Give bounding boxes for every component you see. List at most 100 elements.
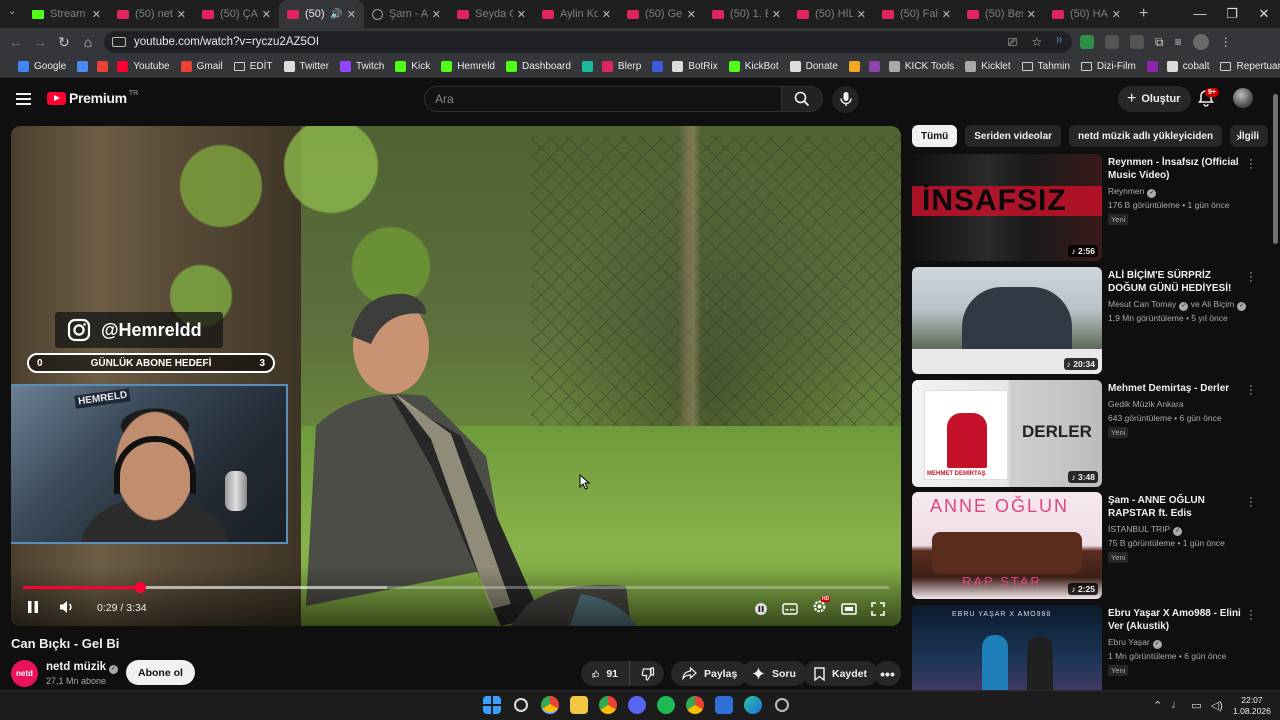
bookmark-item[interactable]: Twitch: [339, 61, 384, 72]
chevron-up-icon[interactable]: ⌃: [1153, 699, 1162, 712]
recommended-title[interactable]: Reynmen - İnsafsız (Official Music Video…: [1108, 156, 1242, 182]
close-tab-icon[interactable]: ✕: [942, 8, 951, 21]
more-vertical-icon[interactable]: · · ·: [1248, 606, 1254, 625]
filter-chip[interactable]: Tümü: [912, 125, 958, 147]
more-vertical-icon[interactable]: · · ·: [1248, 381, 1254, 400]
bookmark-item[interactable]: [652, 61, 664, 72]
network-icon[interactable]: ▭: [1191, 699, 1201, 712]
extension-icon[interactable]: [1080, 35, 1094, 49]
recommended-channel[interactable]: Gedik Müzik Ankara: [1108, 399, 1184, 409]
more-vertical-icon[interactable]: · · ·: [1248, 493, 1254, 512]
close-tab-icon[interactable]: ✕: [177, 8, 186, 21]
file-explorer-icon[interactable]: [570, 696, 588, 714]
bookmark-item[interactable]: [868, 61, 880, 72]
close-tab-icon[interactable]: ✕: [1112, 8, 1121, 21]
close-tab-icon[interactable]: ✕: [92, 8, 101, 21]
back-icon[interactable]: ←: [4, 34, 28, 50]
filter-chip[interactable]: netd müzik adlı yükleyiciden: [1069, 125, 1223, 147]
search-button[interactable]: [781, 86, 823, 112]
close-tab-icon[interactable]: ✕: [432, 8, 441, 21]
browser-tab[interactable]: (50) HİLE ✕: [789, 0, 874, 28]
recommended-video[interactable]: ♪ 20:34 ALİ BİÇİM'E SÜRPRİZ DOĞUM GÜNÜ HE…: [912, 267, 1257, 374]
video-player[interactable]: @Hemreldd 0 GÜNLÜK ABONE HEDEFİ 3 HEMREL…: [11, 126, 901, 626]
create-button[interactable]: + Oluştur: [1118, 86, 1192, 112]
recommended-channel[interactable]: Ebru Yaşar ✓: [1108, 637, 1162, 649]
bookmark-folder[interactable]: Tahmin: [1021, 61, 1070, 72]
bookmark-item[interactable]: [77, 61, 89, 72]
bookmark-item[interactable]: Kick: [395, 61, 430, 72]
like-button[interactable]: 91: [581, 661, 629, 686]
bookmark-item[interactable]: [581, 61, 593, 72]
recommended-video[interactable]: İNSAFSIZ ♪ 2:56 Reynmen - İnsafsız (Offici…: [912, 154, 1257, 261]
more-vertical-icon[interactable]: · · ·: [1248, 268, 1254, 287]
bookmark-star-icon[interactable]: ☆: [1031, 35, 1042, 50]
video-thumbnail[interactable]: İNSAFSIZ ♪ 2:56: [912, 154, 1102, 261]
recommended-title[interactable]: Mehmet Demirtaş - Derler: [1108, 382, 1242, 395]
extension-icon[interactable]: [1130, 35, 1144, 49]
close-tab-icon[interactable]: ✕: [857, 8, 866, 21]
progress-scrubber[interactable]: [134, 582, 146, 593]
home-icon[interactable]: ⌂: [76, 34, 100, 50]
theater-mode-icon[interactable]: [841, 603, 857, 615]
close-tab-icon[interactable]: ✕: [1027, 8, 1036, 21]
reading-list-icon[interactable]: ≡: [1175, 35, 1182, 49]
chrome-icon[interactable]: [686, 696, 704, 714]
bookmark-item[interactable]: Twitter: [283, 61, 329, 72]
recommended-channel[interactable]: Reynmen ✓: [1108, 186, 1157, 198]
bookmark-item[interactable]: [1146, 61, 1158, 72]
bookmark-item[interactable]: Gmail: [180, 61, 223, 72]
minimize-icon[interactable]: —: [1184, 0, 1216, 28]
address-bar[interactable]: youtube.com/watch?v=ryczu2AZ5OI ⎚ ☆ ⁾⁾: [104, 31, 1072, 53]
bookmark-item[interactable]: Hemreld: [441, 61, 495, 72]
cast-icon[interactable]: ⎚: [1008, 35, 1018, 50]
forward-icon[interactable]: →: [28, 34, 52, 50]
scrollbar-thumb[interactable]: [1273, 94, 1278, 244]
voice-search-button[interactable]: [832, 86, 859, 113]
browser-tab[interactable]: (50) HAN ✕: [1044, 0, 1129, 28]
audio-playing-icon[interactable]: 🔊: [330, 9, 342, 20]
tab-search-icon[interactable]: ⌄: [8, 6, 24, 22]
microphone-icon[interactable]: ♩: [1171, 699, 1182, 712]
search-icon[interactable]: [514, 698, 528, 712]
recommended-channel[interactable]: İSTANBUL TRIP ✓: [1108, 524, 1183, 536]
windows-start-icon[interactable]: [483, 696, 501, 714]
bookmark-folder[interactable]: Dizi-Film: [1080, 61, 1136, 72]
subtitles-icon[interactable]: [782, 603, 798, 615]
dislike-button[interactable]: [629, 661, 664, 686]
channel-name[interactable]: netd müzik: [46, 661, 106, 673]
page-scrollbar[interactable]: [1271, 80, 1280, 690]
share-button[interactable]: Paylaş: [671, 661, 749, 686]
bookmark-item[interactable]: Donate: [789, 61, 838, 72]
video-thumbnail[interactable]: ♪ 20:34: [912, 267, 1102, 374]
bookmark-folder[interactable]: EDİT: [233, 61, 273, 72]
youtube-logo[interactable]: Premium TR: [47, 90, 138, 106]
video-thumbnail[interactable]: MEHMET DEMİRTAŞ DERLER ♪ 3:48: [912, 380, 1102, 487]
bookmark-item[interactable]: KickBot: [728, 61, 779, 72]
discord-icon[interactable]: [628, 696, 646, 714]
recommended-title[interactable]: Ebru Yaşar X Amo988 - Elini Ver (Akustik…: [1108, 607, 1242, 633]
more-actions-button[interactable]: •••: [874, 661, 901, 686]
bookmark-item[interactable]: [97, 61, 109, 72]
site-info-icon[interactable]: [112, 37, 126, 47]
bookmark-item[interactable]: Dashboard: [506, 61, 571, 72]
recommended-video[interactable]: MEHMET DEMİRTAŞ DERLER ♪ 3:48 Mehmet Demirt…: [912, 380, 1257, 487]
video-thumbnail[interactable]: ANNE OĞLUN RAP STAR ♪ 2:25: [912, 492, 1102, 599]
recommended-channel[interactable]: Mesut Can Tomay ✓ ve Ali Biçim ✓: [1108, 299, 1247, 311]
browser-tab[interactable]: (50) Ca🔊 ✕: [279, 0, 364, 28]
bookmark-item[interactable]: BotRix: [672, 61, 718, 72]
translate-icon[interactable]: ⁾⁾: [1056, 35, 1062, 50]
search-input[interactable]: Ara: [424, 86, 782, 112]
channel-name-row[interactable]: netd müzik ✓: [46, 661, 119, 674]
close-tab-icon[interactable]: ✕: [262, 8, 271, 21]
browser-tab[interactable]: (50) netd ✕: [109, 0, 194, 28]
extension-icon[interactable]: [1105, 35, 1119, 49]
bookmark-item[interactable]: Youtube: [117, 61, 170, 72]
restore-icon[interactable]: ❐: [1216, 0, 1248, 28]
browser-tab[interactable]: (50) Faili ✕: [874, 0, 959, 28]
chrome-icon[interactable]: [599, 696, 617, 714]
browser-menu-icon[interactable]: ⋮: [1220, 35, 1232, 49]
bookmark-item[interactable]: Kicklet: [965, 61, 1011, 72]
app-icon[interactable]: [775, 698, 789, 712]
spotify-icon[interactable]: [657, 696, 675, 714]
fullscreen-icon[interactable]: [871, 602, 885, 616]
